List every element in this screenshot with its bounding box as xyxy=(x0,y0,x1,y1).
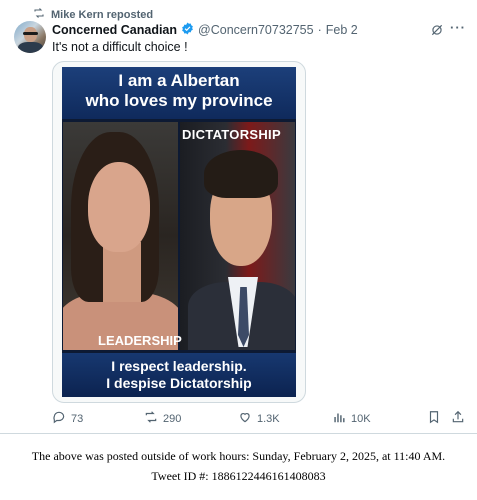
like-icon xyxy=(238,410,252,427)
posting-note: The above was posted outside of work hou… xyxy=(0,446,477,486)
share-icon xyxy=(451,410,465,427)
author-name[interactable]: Concerned Canadian xyxy=(52,23,177,37)
more-icon[interactable]: ··· xyxy=(450,20,466,35)
reply-icon xyxy=(52,410,66,427)
grok-icon[interactable] xyxy=(430,23,444,37)
tweet-header: Concerned Canadian @Concern70732755 · Fe… xyxy=(52,22,358,38)
repost-icon xyxy=(144,410,158,427)
tweet-text: It's not a difficult choice ! xyxy=(52,40,188,54)
like-count: 1.3K xyxy=(257,412,280,425)
action-bar: 73 290 1.3K 10K xyxy=(52,410,468,426)
tweet-id-note: Tweet ID #: 1886122446161408083 xyxy=(151,469,326,483)
reply-count: 73 xyxy=(71,412,84,425)
share-button[interactable] xyxy=(451,410,465,427)
author-handle[interactable]: @Concern70732755 xyxy=(198,23,314,37)
tweet-media[interactable]: I am a Albertan who loves my province DI… xyxy=(52,61,306,403)
repost-label: Mike Kern reposted xyxy=(51,8,154,21)
bottom-banner-line-2: I despise Dictatorship xyxy=(106,375,252,391)
bookmark-button[interactable] xyxy=(427,410,441,427)
bottom-banner-line-1: I respect leadership. xyxy=(111,358,247,374)
views-count: 10K xyxy=(351,412,371,425)
right-photo xyxy=(180,122,295,350)
top-banner-line-1: I am a Albertan xyxy=(118,71,240,90)
repost-indicator[interactable]: Mike Kern reposted xyxy=(33,7,153,22)
repost-button[interactable]: 290 xyxy=(144,410,181,427)
repost-icon xyxy=(33,7,45,22)
bookmark-icon xyxy=(427,410,441,427)
tweet-card[interactable]: Mike Kern reposted Concerned Canadian @C… xyxy=(0,0,477,432)
leadership-label: LEADERSHIP xyxy=(98,333,182,348)
dictatorship-label: DICTATORSHIP xyxy=(182,127,281,142)
meme-image: I am a Albertan who loves my province DI… xyxy=(62,67,296,397)
repost-count: 290 xyxy=(163,412,182,425)
top-banner: I am a Albertan who loves my province xyxy=(62,67,296,119)
bottom-banner: I respect leadership. I despise Dictator… xyxy=(62,353,296,397)
divider xyxy=(0,433,477,434)
avatar[interactable] xyxy=(14,21,46,53)
separator: · xyxy=(317,23,322,37)
tweet-date[interactable]: Feb 2 xyxy=(326,23,358,37)
views-button[interactable]: 10K xyxy=(332,410,371,427)
top-banner-line-2: who loves my province xyxy=(85,91,273,110)
verified-badge-icon xyxy=(181,22,194,38)
views-icon xyxy=(332,410,346,427)
left-photo xyxy=(63,122,178,350)
like-button[interactable]: 1.3K xyxy=(238,410,280,427)
posting-time-note: The above was posted outside of work hou… xyxy=(31,449,446,463)
reply-button[interactable]: 73 xyxy=(52,410,83,427)
